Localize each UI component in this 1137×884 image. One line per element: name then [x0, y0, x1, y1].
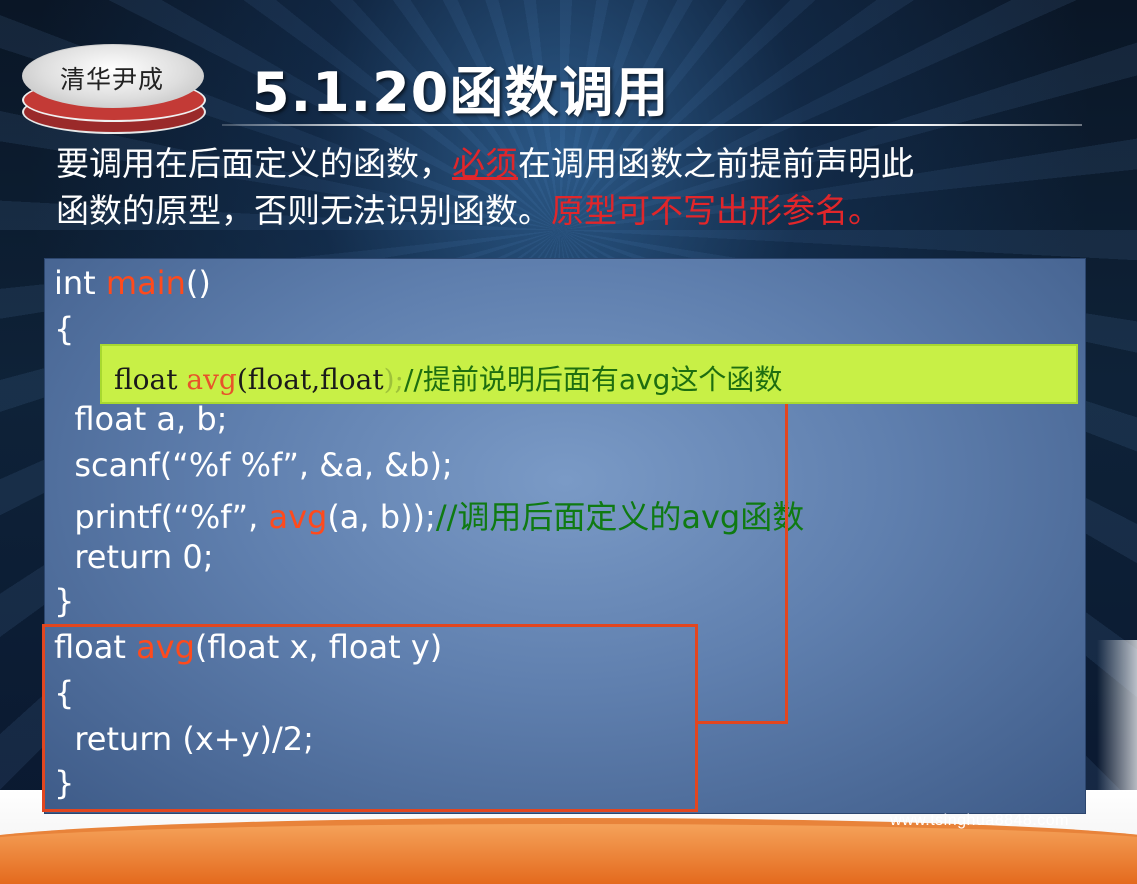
code-text: printf(“%f”,	[54, 498, 269, 536]
title-divider	[222, 124, 1082, 126]
callout-text: float	[114, 363, 187, 396]
slide-description: 要调用在后面定义的函数，必须在调用函数之前提前声明此函数的原型，否则无法识别函数…	[56, 140, 1116, 234]
connector-line-horizontal	[698, 721, 788, 724]
logo-text: 清华尹成	[59, 65, 164, 94]
callout-text: );	[383, 363, 404, 396]
code-line-main: int main()	[54, 264, 211, 302]
code-line-open-brace: {	[54, 310, 75, 348]
code-line-close-brace: }	[54, 582, 75, 620]
desc-emphasis-prototype: 原型可不写出形参名。	[551, 191, 881, 230]
desc-part-4: 函数的原型，否则无法识别函数。	[56, 191, 551, 230]
code-function-name: main	[105, 264, 186, 302]
callout-text: (float,float	[236, 363, 384, 396]
right-decoration	[1097, 640, 1137, 790]
callout-comment: //提前说明后面有avg这个函数	[403, 363, 783, 396]
code-text: ()	[185, 264, 211, 302]
definition-highlight-box	[42, 624, 698, 812]
code-line-return: return 0;	[54, 538, 214, 576]
connector-line-vertical	[785, 404, 788, 724]
desc-part-1: 要调用在后面定义的函数，	[56, 144, 452, 183]
slide-title: 5.1.20函数调用	[252, 61, 670, 124]
code-text: (a, b));	[327, 498, 436, 536]
code-function-name: avg	[268, 498, 328, 536]
code-line-printf: printf(“%f”, avg(a, b));//调用后面定义的avg函数	[54, 492, 804, 538]
callout-function-name: avg	[186, 363, 237, 396]
code-line-declare: float a, b;	[54, 400, 228, 438]
code-line-scanf: scanf(“%f %f”, &a, &b);	[54, 446, 453, 484]
desc-emphasis-must: 必须	[452, 144, 518, 183]
code-comment: //调用后面定义的avg函数	[435, 498, 805, 536]
code-text: int	[54, 264, 106, 302]
prototype-callout: float avg(float,float);//提前说明后面有avg这个函数	[100, 344, 1078, 404]
watermark-url: www.tsinghua8848.com	[890, 812, 1069, 829]
logo: 清华尹成	[22, 38, 207, 134]
desc-part-3: 在调用函数之前提前声明此	[518, 144, 914, 183]
